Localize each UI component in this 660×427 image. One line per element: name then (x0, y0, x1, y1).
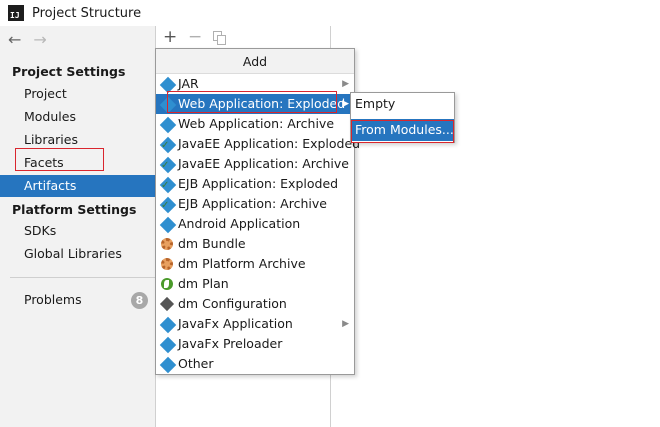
gear-icon (160, 257, 174, 271)
leaf-icon (160, 277, 174, 291)
artifacts-toolbar: + − (156, 26, 331, 48)
remove-icon[interactable]: − (188, 27, 202, 47)
submenu-arrow-icon: ▶ (342, 319, 349, 329)
title-bar: IJ Project Structure (0, 0, 660, 26)
sidebar-item-global-libraries[interactable]: Global Libraries (0, 243, 155, 265)
gear-icon (160, 237, 174, 251)
menu-item-label: Other (178, 356, 214, 371)
artifact-icon (159, 316, 177, 334)
menu-item[interactable]: Android Application (156, 214, 354, 234)
sidebar: ← → Project Settings Project Modules Lib… (0, 26, 155, 427)
from-modules-highlight-box (351, 120, 454, 143)
menu-item-label: dm Platform Archive (178, 256, 306, 271)
artifact-check-icon: ✓ (159, 196, 177, 214)
sidebar-item-modules[interactable]: Modules (0, 106, 155, 128)
menu-item[interactable]: dm Platform Archive (156, 254, 354, 274)
project-settings-header: Project Settings (12, 64, 126, 79)
submenu-item-empty[interactable]: Empty (351, 93, 454, 115)
cube-icon (159, 296, 175, 312)
menu-item[interactable]: ✓ JavaEE Application: Archive (156, 154, 354, 174)
menu-item[interactable]: Other (156, 354, 354, 374)
menu-item-label: JAR (178, 76, 199, 91)
sidebar-item-project[interactable]: Project (0, 83, 155, 105)
artifact-icon (159, 216, 177, 234)
menu-item[interactable]: JavaFx Preloader (156, 334, 354, 354)
back-arrow-icon[interactable]: ← (8, 32, 21, 48)
menu-item[interactable]: Web Application: Archive (156, 114, 354, 134)
artifact-icon (159, 116, 177, 134)
menu-item[interactable]: dm Bundle (156, 234, 354, 254)
sidebar-item-sdks[interactable]: SDKs (0, 220, 155, 242)
artifact-icon (159, 76, 177, 94)
menu-item-label: JavaFx Application (178, 316, 293, 331)
sidebar-item-artifacts[interactable]: Artifacts (0, 175, 155, 197)
app-icon-text: IJ (10, 11, 20, 20)
menu-item[interactable]: ✓ EJB Application: Exploded (156, 174, 354, 194)
artifact-check-icon: ✓ (159, 136, 177, 154)
forward-arrow-icon[interactable]: → (33, 32, 46, 48)
intellij-logo-icon: IJ (8, 5, 24, 21)
menu-item-label: Android Application (178, 216, 301, 231)
menu-item[interactable]: ✓ JavaEE Application: Exploded (156, 134, 360, 154)
menu-item-label: dm Plan (178, 276, 229, 291)
menu-item-label: dm Bundle (178, 236, 246, 251)
menu-item-label: EJB Application: Archive (178, 196, 327, 211)
window-title: Project Structure (32, 5, 142, 21)
submenu-arrow-icon: ▶ (342, 79, 349, 89)
menu-header: Add (156, 49, 354, 74)
submenu-arrow-icon: ▶ (342, 99, 349, 109)
menu-item-label: Web Application: Archive (178, 116, 335, 131)
menu-item[interactable]: JavaFx Application ▶ (156, 314, 354, 334)
menu-item-label: JavaFx Preloader (178, 336, 283, 351)
artifact-icon (159, 336, 177, 354)
sidebar-divider (10, 277, 155, 278)
menu-item-label: JavaEE Application: Archive (178, 156, 349, 171)
artifacts-highlight-box (15, 148, 104, 171)
menu-item-label: dm Configuration (178, 296, 287, 311)
menu-item[interactable]: dm Configuration (156, 294, 354, 314)
copy-icon[interactable] (213, 31, 227, 45)
menu-items: JAR ▶ Web Application: Exploded ▶ Web Applic… (156, 74, 360, 374)
web-exploded-highlight-box (167, 91, 337, 113)
artifact-check-icon: ✓ (159, 176, 177, 194)
menu-item-label: JavaEE Application: Exploded (178, 136, 361, 151)
menu-item[interactable]: ✓ EJB Application: Archive (156, 194, 354, 214)
artifact-check-icon: ✓ (159, 156, 177, 174)
artifact-icon (159, 356, 177, 374)
menu-item[interactable]: dm Plan (156, 274, 354, 294)
menu-item-label: EJB Application: Exploded (178, 176, 339, 191)
problems-count-badge: 8 (131, 292, 148, 309)
platform-settings-header: Platform Settings (12, 202, 137, 217)
add-icon[interactable]: + (163, 27, 177, 47)
nav-arrows: ← → (8, 32, 47, 48)
